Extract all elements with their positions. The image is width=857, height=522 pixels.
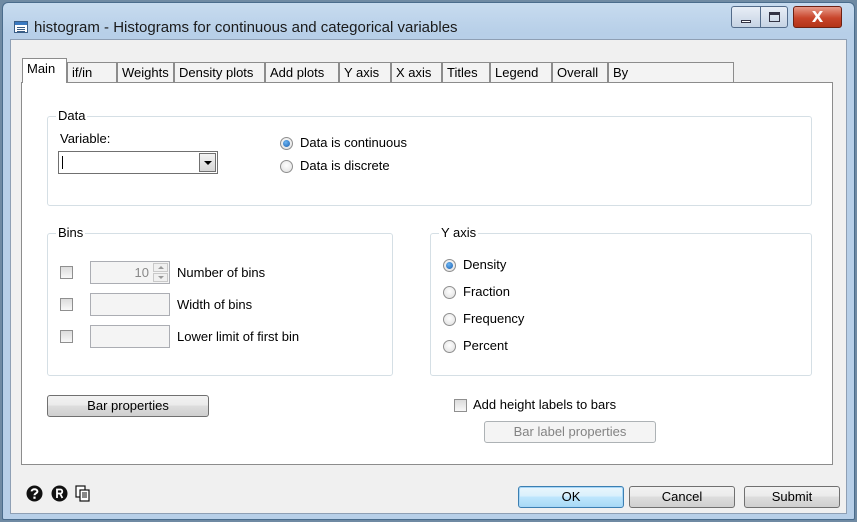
bins-group: Bins 10 Number of bins Width of bins Low… (47, 225, 393, 376)
tab-y-axis[interactable]: Y axis (339, 62, 391, 82)
data-group: Data Variable: Data is continuous Data i… (47, 108, 812, 206)
fraction-radio[interactable] (443, 286, 456, 299)
cancel-button[interactable]: Cancel (629, 486, 735, 508)
tab-main[interactable]: Main (22, 58, 67, 83)
spin-down-icon[interactable] (153, 273, 168, 282)
minimize-icon (741, 20, 751, 23)
width-of-bins-checkbox[interactable] (60, 298, 73, 311)
density-label[interactable]: Density (463, 257, 506, 272)
data-discrete-label[interactable]: Data is discrete (300, 158, 390, 173)
frequency-radio[interactable] (443, 313, 456, 326)
dialog-body: Main if/in Weights Density plots Add plo… (10, 39, 847, 514)
tab-x-axis[interactable]: X axis (391, 62, 442, 82)
lower-limit-checkbox[interactable] (60, 330, 73, 343)
tab-titles[interactable]: Titles (442, 62, 490, 82)
number-of-bins-spinner[interactable]: 10 (90, 261, 170, 284)
close-button[interactable]: X (793, 6, 842, 28)
variable-label: Variable: (60, 131, 111, 146)
number-of-bins-checkbox[interactable] (60, 266, 73, 279)
submit-button[interactable]: Submit (744, 486, 840, 508)
tab-if-in[interactable]: if/in (67, 62, 117, 82)
main-tab-page: Data Variable: Data is continuous Data i… (21, 82, 833, 465)
tab-strip: Main if/in Weights Density plots Add plo… (11, 58, 841, 84)
y-axis-group-title: Y axis (439, 225, 479, 240)
data-discrete-radio[interactable] (280, 160, 293, 173)
reset-icon[interactable] (51, 485, 68, 502)
bar-label-properties-button[interactable]: Bar label properties (484, 421, 656, 443)
chevron-down-icon[interactable] (199, 153, 216, 172)
height-labels-checkbox[interactable] (454, 399, 467, 412)
spin-up-icon[interactable] (153, 263, 168, 272)
spinner-buttons (153, 263, 168, 282)
lower-limit-label[interactable]: Lower limit of first bin (177, 329, 299, 344)
percent-label[interactable]: Percent (463, 338, 508, 353)
window-title: histogram - Histograms for continuous an… (34, 19, 458, 36)
lower-limit-field[interactable] (90, 325, 170, 348)
density-radio[interactable] (443, 259, 456, 272)
width-of-bins-label[interactable]: Width of bins (177, 297, 252, 312)
number-of-bins-value: 10 (134, 265, 149, 280)
data-continuous-radio[interactable] (280, 137, 293, 150)
minimize-button[interactable] (731, 6, 760, 28)
ok-button[interactable]: OK (518, 486, 624, 508)
data-continuous-label[interactable]: Data is continuous (300, 135, 407, 150)
data-group-title: Data (56, 108, 88, 123)
maximize-button[interactable] (760, 6, 788, 28)
tab-add-plots[interactable]: Add plots (265, 62, 339, 82)
bar-properties-button[interactable]: Bar properties (47, 395, 209, 417)
maximize-icon (769, 12, 780, 22)
help-icon[interactable] (26, 485, 43, 502)
width-of-bins-field[interactable] (90, 293, 170, 316)
bins-group-title: Bins (56, 225, 86, 240)
tab-overall[interactable]: Overall (552, 62, 608, 82)
y-axis-group: Y axis Density Fraction Frequency Percen… (430, 225, 812, 376)
close-icon: X (811, 8, 824, 26)
window-icon[interactable] (14, 21, 28, 33)
text-caret (62, 156, 63, 169)
tab-legend[interactable]: Legend (490, 62, 552, 82)
frequency-label[interactable]: Frequency (463, 311, 524, 326)
number-of-bins-label[interactable]: Number of bins (177, 265, 265, 280)
height-labels-label[interactable]: Add height labels to bars (473, 397, 616, 412)
title-bar[interactable]: histogram - Histograms for continuous an… (3, 3, 854, 39)
tab-by[interactable]: By (608, 62, 734, 82)
tab-density-plots[interactable]: Density plots (174, 62, 265, 82)
tab-weights[interactable]: Weights (117, 62, 174, 82)
percent-radio[interactable] (443, 340, 456, 353)
copy-command-icon[interactable] (74, 485, 91, 502)
fraction-label[interactable]: Fraction (463, 284, 510, 299)
dialog-window: histogram - Histograms for continuous an… (2, 2, 855, 520)
variable-combobox[interactable] (58, 151, 218, 174)
